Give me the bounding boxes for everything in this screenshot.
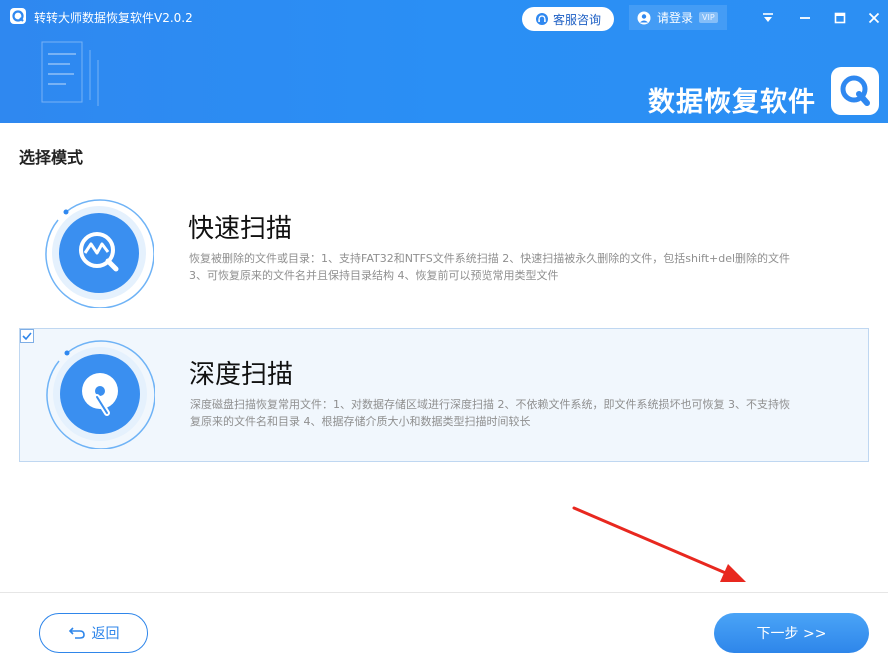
quick-scan-title: 快速扫描 xyxy=(188,214,293,244)
customer-service-label: 客服咨询 xyxy=(552,12,601,27)
minimize-button[interactable] xyxy=(795,8,815,28)
checkmark-icon xyxy=(22,332,32,341)
maximize-icon xyxy=(834,12,846,24)
deep-scan-title: 深度扫描 xyxy=(189,360,294,390)
annotation-arrow xyxy=(572,506,746,582)
return-arrow-icon xyxy=(68,627,85,639)
window-title: 转转大师数据恢复软件V2.0.2 xyxy=(34,11,193,25)
next-label: 下一步 >> xyxy=(756,626,827,642)
customer-service-button[interactable]: 客服咨询 xyxy=(522,7,614,31)
deep-scan-option[interactable]: 深度扫描 深度磁盘扫描恢复常用文件：1、对数据存储区域进行深度扫描 2、不依赖文… xyxy=(19,328,869,462)
login-label: 请登录 xyxy=(657,11,694,25)
title-bar: 转转大师数据恢复软件V2.0.2 客服咨询 请登录 VIP xyxy=(0,0,888,34)
banner-title: 数据恢复软件 xyxy=(648,87,816,118)
minimize-icon xyxy=(800,17,810,19)
back-button[interactable]: 返回 xyxy=(39,613,148,653)
close-icon xyxy=(868,12,880,24)
menu-dropdown-button[interactable] xyxy=(758,8,778,28)
quick-scan-option[interactable]: 快速扫描 恢复被删除的文件或目录：1、支持FAT32和NTFS文件系统扫描 2、… xyxy=(19,192,869,326)
section-title: 选择模式 xyxy=(19,148,84,167)
app-window: 转转大师数据恢复软件V2.0.2 客服咨询 请登录 VIP 数据恢复软件 选择模… xyxy=(0,0,888,672)
close-button[interactable] xyxy=(864,8,884,28)
decorative-panel-graphic xyxy=(41,41,99,106)
vip-badge: VIP xyxy=(699,12,718,23)
header-banner: 转转大师数据恢复软件V2.0.2 客服咨询 请登录 VIP 数据恢复软件 xyxy=(0,0,888,123)
login-button[interactable]: 请登录 VIP xyxy=(629,5,727,30)
menu-triangle-icon xyxy=(763,13,773,22)
footer-divider xyxy=(0,592,888,593)
disk-scan-icon xyxy=(45,339,156,450)
headset-icon xyxy=(535,13,548,25)
deep-scan-description: 深度磁盘扫描恢复常用文件：1、对数据存储区域进行深度扫描 2、不依赖文件系统，即… xyxy=(190,398,790,428)
selected-checkbox[interactable] xyxy=(20,329,34,343)
next-step-button[interactable]: 下一步 >> xyxy=(714,613,869,653)
brand-logo-icon xyxy=(831,67,879,115)
back-label: 返回 xyxy=(91,626,120,642)
user-icon xyxy=(637,11,651,24)
quick-scan-description: 恢复被删除的文件或目录：1、支持FAT32和NTFS文件系统扫描 2、快速扫描被… xyxy=(189,252,791,282)
maximize-button[interactable] xyxy=(830,8,850,28)
app-logo-icon xyxy=(10,8,26,24)
chart-magnifier-icon xyxy=(44,198,155,309)
